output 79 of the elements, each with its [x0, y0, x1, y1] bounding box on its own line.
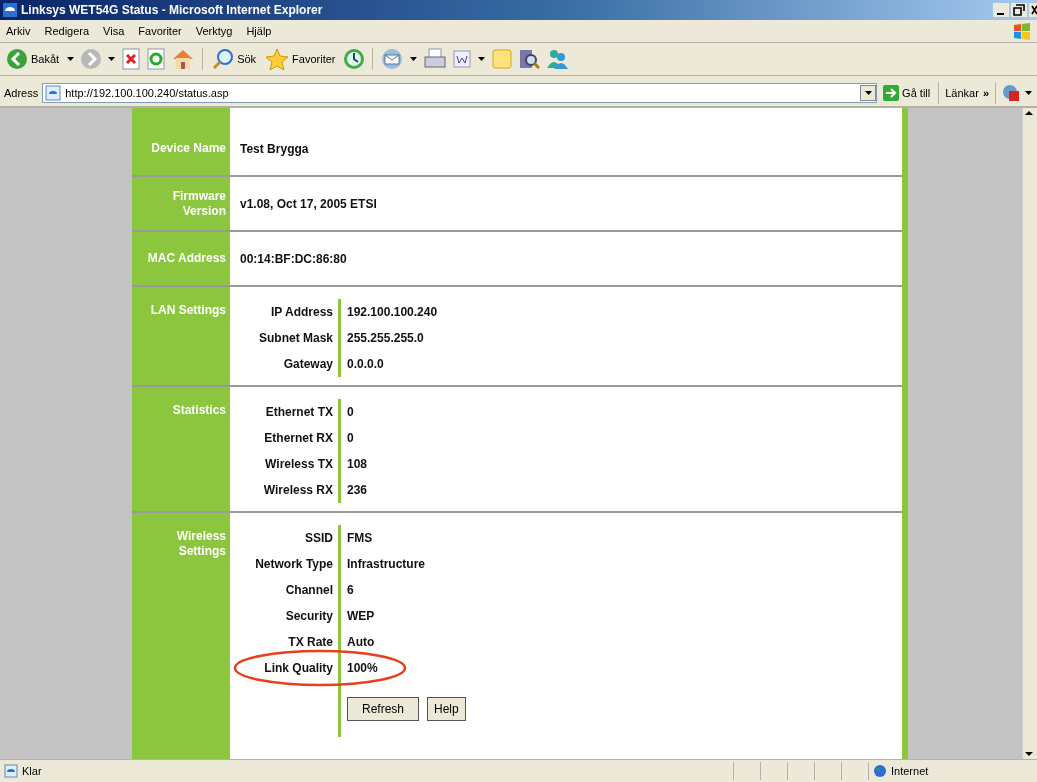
- search-button[interactable]: Sök: [210, 48, 259, 70]
- minimize-icon[interactable]: [993, 3, 1009, 17]
- field-value: 0.0.0.0: [347, 357, 384, 371]
- field-label: Network Type: [255, 557, 333, 571]
- stop-icon[interactable]: [121, 48, 142, 70]
- field-value: 0: [347, 431, 354, 445]
- scroll-up-icon[interactable]: [1023, 108, 1035, 118]
- address-field[interactable]: http://192.100.100.240/status.asp: [42, 83, 878, 103]
- field-label: Link Quality: [264, 661, 333, 675]
- field-value: Infrastructure: [347, 557, 426, 571]
- field-value: 236: [347, 483, 368, 497]
- field-label: Ethernet RX: [264, 431, 333, 445]
- field-value: 108: [347, 457, 368, 471]
- research-icon[interactable]: [517, 48, 540, 70]
- field-value: 0: [347, 405, 354, 419]
- field-label: Wireless RX: [263, 483, 333, 497]
- field-value: 192.100.100.240: [347, 305, 438, 319]
- word-document-icon[interactable]: [451, 48, 472, 70]
- zone-label: Internet: [891, 765, 929, 777]
- page-icon[interactable]: [4, 764, 18, 778]
- field-label: Security: [285, 609, 333, 623]
- caret-icon[interactable]: [108, 57, 116, 61]
- back-button[interactable]: Bakåt: [4, 48, 62, 70]
- globe-icon[interactable]: [873, 764, 887, 778]
- section-label: Firmware Version: [171, 188, 226, 219]
- menu-item[interactable]: Redigera: [44, 25, 90, 37]
- field-label: Ethernet TX: [265, 405, 333, 419]
- section-label: Device Name: [151, 141, 226, 156]
- field-label: Wireless TX: [265, 457, 333, 471]
- printer-icon[interactable]: [422, 48, 447, 70]
- dropdown-button[interactable]: [860, 85, 877, 101]
- menu-item[interactable]: Verktyg: [195, 25, 233, 37]
- more-links-chevron[interactable]: »: [982, 87, 989, 99]
- page-button[interactable]: Refresh: [347, 697, 420, 721]
- caret-icon[interactable]: [1025, 91, 1032, 95]
- field-value: v1.08, Oct 17, 2005 ETSI: [240, 196, 377, 211]
- menu-item[interactable]: Visa: [103, 25, 125, 37]
- close-icon[interactable]: [1029, 3, 1037, 17]
- status-text: Klar: [22, 765, 42, 777]
- field-value: Auto: [347, 635, 375, 649]
- section-label: Wireless Settings: [175, 529, 226, 559]
- section-label: MAC Address: [147, 251, 226, 266]
- caret-icon[interactable]: [67, 57, 75, 61]
- address-label: Adress: [4, 87, 39, 99]
- mail-icon[interactable]: [379, 48, 404, 70]
- section-label: Statistics: [172, 403, 226, 418]
- menu-item[interactable]: Favoriter: [138, 25, 182, 37]
- caret-icon[interactable]: [864, 91, 872, 95]
- search-icon[interactable]: [212, 48, 235, 70]
- field-value: Test Brygga: [240, 141, 309, 156]
- window-title: Linksys WET54G Status - Microsoft Internet Explorer: [21, 3, 323, 17]
- page-button[interactable]: Help: [427, 697, 466, 721]
- favorites-button[interactable]: Favoriter: [263, 48, 338, 70]
- field-label: IP Address: [270, 305, 333, 319]
- field-label: TX Rate: [288, 635, 333, 649]
- page-icon[interactable]: [45, 85, 62, 101]
- field-label: SSID: [305, 531, 333, 545]
- section-label: LAN Settings: [150, 303, 226, 318]
- restore-icon[interactable]: [1011, 3, 1027, 17]
- caret-icon[interactable]: [409, 57, 417, 61]
- scroll-down-icon[interactable]: [1023, 749, 1035, 759]
- go-button[interactable]: Gå till: [881, 85, 933, 101]
- field-label: Gateway: [283, 357, 333, 371]
- menu-item[interactable]: Hjälp: [246, 25, 272, 37]
- field-value: WEP: [347, 609, 375, 623]
- field-value: FMS: [347, 531, 373, 545]
- history-icon[interactable]: [342, 48, 365, 70]
- menu-item[interactable]: Arkiv: [6, 25, 31, 37]
- go-arrow-icon[interactable]: [883, 85, 900, 101]
- caret-icon[interactable]: [477, 57, 485, 61]
- field-label: Channel: [285, 583, 333, 597]
- field-value: 6: [347, 583, 354, 597]
- field-value: 00:14:BF:DC:86:80: [240, 251, 347, 266]
- field-value: 100%: [347, 661, 378, 675]
- field-label: Subnet Mask: [259, 331, 333, 345]
- links-label[interactable]: Länkar: [945, 87, 979, 99]
- star-icon[interactable]: [265, 48, 290, 70]
- field-value: 255.255.255.0: [347, 331, 424, 345]
- browser-icon[interactable]: [2, 2, 18, 18]
